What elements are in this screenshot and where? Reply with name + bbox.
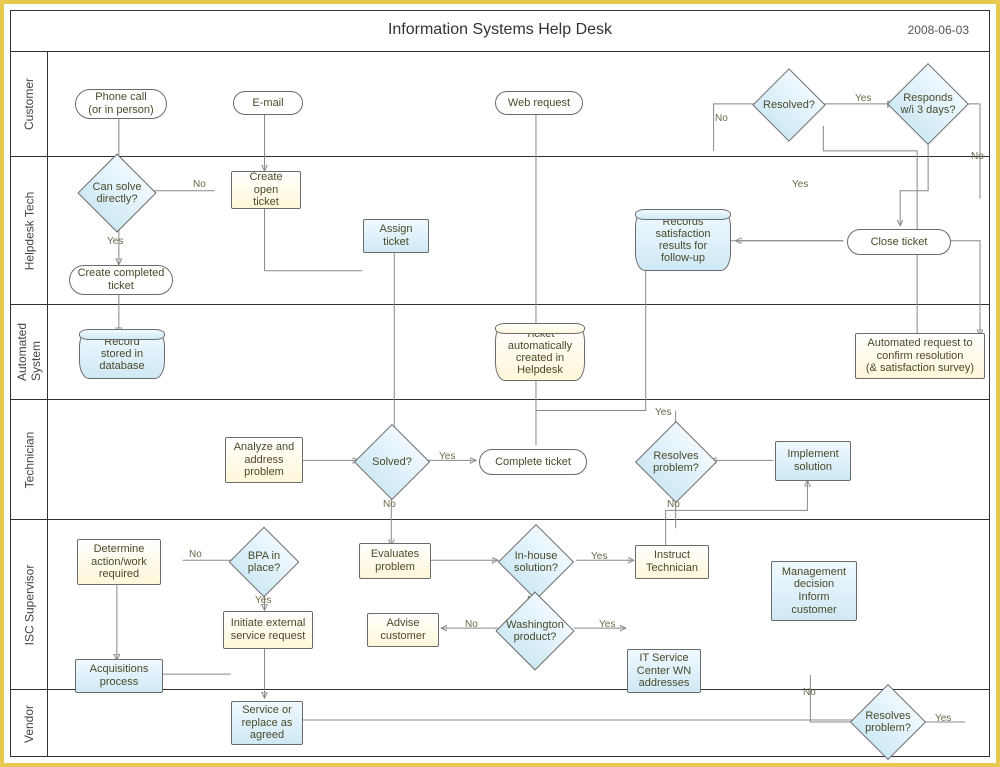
label-yes: Yes (655, 407, 671, 418)
node-create-open-ticket: Create open ticket (231, 171, 301, 209)
node-instruct-technician: Instruct Technician (635, 545, 709, 579)
diagram-title: Information Systems Help Desk (11, 21, 989, 39)
node-resolved: Resolved? (763, 79, 815, 131)
node-acquisitions-process: Acquisitions process (75, 659, 163, 693)
node-management-decision: Management decision Inform customer (771, 561, 857, 621)
node-web-request: Web request (495, 91, 583, 115)
lane-text: ISC Supervisor (22, 564, 36, 645)
label-yes: Yes (255, 595, 271, 606)
label-yes: Yes (599, 619, 615, 630)
lane-text: Vendor (22, 705, 36, 743)
diagram-canvas: Phone call (or in person) E-mail Web req… (47, 51, 989, 756)
label-yes: Yes (591, 551, 607, 562)
node-automated-request-confirm: Automated request to confirm resolution … (855, 333, 985, 379)
lane-label-column: Customer Helpdesk Tech Automated System … (11, 51, 48, 756)
label-yes: Yes (855, 93, 871, 104)
node-records-satisfaction: Records satisfaction results for follow-… (635, 209, 731, 271)
node-bpa-in-place: BPA in place? (239, 537, 289, 587)
lane-label-customer: Customer (11, 51, 47, 156)
lane-text: Automated System (15, 323, 43, 381)
label-yes: Yes (439, 451, 455, 462)
node-initiate-external-sr: Initiate external service request (223, 611, 313, 649)
node-in-house-solution: In-house solution? (509, 535, 563, 589)
node-ticket-auto-created: Ticket automatically created in Helpdesk (495, 323, 585, 381)
diagram-date: 2008-06-03 (908, 23, 969, 37)
label-no: No (715, 113, 728, 124)
node-washington-product: Washington product? (507, 603, 563, 659)
lane-label-helpdesk-tech: Helpdesk Tech (11, 156, 47, 304)
label-yes: Yes (107, 236, 123, 247)
lane-text: Helpdesk Tech (22, 191, 36, 270)
label-no: No (383, 499, 396, 510)
lane-label-isc-supervisor: ISC Supervisor (11, 519, 47, 689)
lane-text: Technician (22, 431, 36, 488)
node-can-solve-directly: Can solve directly? (89, 165, 145, 221)
node-email: E-mail (233, 91, 303, 115)
diagram-header: Information Systems Help Desk 2008-06-03 (11, 11, 989, 52)
node-resolves-problem-tech: Resolves problem? (647, 433, 705, 491)
node-analyze-address: Analyze and address problem (225, 437, 303, 483)
node-it-service-center: IT Service Center WN addresses (627, 649, 701, 693)
label-no: No (971, 151, 984, 162)
node-evaluates-problem: Evaluates problem (359, 543, 431, 579)
node-record-stored-db: Record stored in database (79, 329, 165, 379)
node-create-completed-ticket: Create completed ticket (69, 265, 173, 295)
label-no: No (803, 687, 816, 698)
label-no: No (193, 179, 206, 190)
node-phone-call: Phone call (or in person) (75, 89, 167, 119)
label-yes: Yes (935, 713, 951, 724)
label-no: No (465, 619, 478, 630)
label-no: No (189, 549, 202, 560)
node-solved: Solved? (365, 435, 419, 489)
node-determine-action: Determine action/work required (77, 539, 161, 585)
node-assign-ticket: Assign ticket (363, 219, 429, 253)
label-no: No (667, 499, 680, 510)
lane-label-automated-system: Automated System (11, 304, 47, 399)
node-close-ticket: Close ticket (847, 229, 951, 255)
node-implement-solution: Implement solution (775, 441, 851, 481)
node-advise-customer: Advise customer (367, 613, 439, 647)
node-responds-3days: Responds w/i 3 days? (899, 75, 957, 133)
node-complete-ticket: Complete ticket (479, 449, 587, 475)
lane-label-technician: Technician (11, 399, 47, 519)
node-resolves-problem-vendor: Resolves problem? (861, 695, 915, 749)
lane-label-vendor: Vendor (11, 689, 47, 758)
label-yes: Yes (792, 179, 808, 190)
lane-text: Customer (22, 77, 36, 129)
node-service-replace: Service or replace as agreed (231, 701, 303, 745)
